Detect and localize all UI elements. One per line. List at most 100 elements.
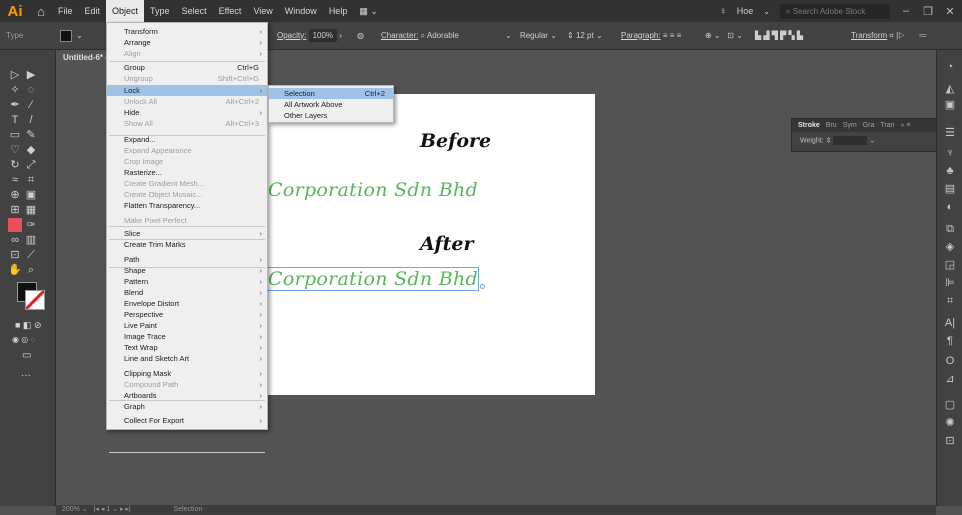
zoom-level[interactable]: 200% <box>62 506 80 513</box>
font-size[interactable]: 12 pt <box>576 31 594 40</box>
gradient-icon[interactable]: ▤ <box>942 182 958 196</box>
align-right-icon[interactable]: ≡ <box>677 31 682 40</box>
fill-swatch[interactable] <box>60 29 72 42</box>
object-menu-item-create-gradient-mesh[interactable]: Create Gradient Mesh... <box>107 178 267 189</box>
object-menu-item-expand-appearance[interactable]: Expand Appearance <box>107 145 267 156</box>
object-menu-item-text-wrap[interactable]: Text Wrap › <box>107 342 267 353</box>
lock-menu-item-other-layers[interactable]: Other Layers <box>269 110 393 121</box>
color-guide-icon[interactable]: ✺ <box>942 416 958 430</box>
draw-mode-icons[interactable]: ◉ ◎ ◌ <box>12 335 35 344</box>
magic-wand-icon[interactable]: ✧ <box>8 83 22 97</box>
links-icon[interactable]: ▢ <box>942 398 958 412</box>
object-menu-item-perspective[interactable]: Perspective › <box>107 309 267 320</box>
fill-dropdown-icon[interactable]: ⌄ <box>76 31 83 40</box>
type-tool-icon[interactable]: T <box>8 113 22 127</box>
object-menu-item-blend[interactable]: Blend › <box>107 287 267 298</box>
object-menu-item-transform[interactable]: Transform › <box>107 26 267 37</box>
stroke-color-icon[interactable] <box>24 289 46 311</box>
object-menu-item-ungroup[interactable]: Ungroup Shift+Ctrl+G <box>107 73 267 84</box>
transform-panel-icon[interactable]: ⊿ <box>942 372 958 386</box>
eyedropper-icon[interactable]: ✑ <box>24 218 38 232</box>
stock-search-input[interactable]: ⌕ Search Adobe Stock <box>780 3 890 19</box>
slice-tool-icon[interactable]: ⟋ <box>24 248 38 262</box>
panel-menu-icon[interactable]: » ≡ <box>901 119 911 132</box>
menu-object[interactable]: Object <box>106 0 145 22</box>
lock-menu-item-all-artwork-above[interactable]: All Artwork Above <box>269 99 393 110</box>
mesh-tool-icon[interactable]: ▦ <box>24 203 38 217</box>
object-menu-item-line-and-sketch-art[interactable]: Line and Sketch Art › <box>107 353 267 364</box>
object-menu-item-align[interactable]: Align › <box>107 48 267 59</box>
pathfinder-icon[interactable]: ⌗ <box>942 294 958 308</box>
panel-menu-icon[interactable]: ≔ <box>919 31 927 40</box>
size-dropdown-icon[interactable]: ⌄ <box>596 31 603 40</box>
font-style[interactable]: Regular <box>520 31 548 40</box>
recolor-icon[interactable]: ◍ <box>357 31 364 40</box>
screen-mode-icon[interactable]: ▭ <box>22 350 31 361</box>
object-menu-item-artboards[interactable]: Artboards › <box>107 390 267 401</box>
tab-brushes[interactable]: Bru <box>826 119 837 132</box>
character-icon[interactable]: A| <box>942 316 958 330</box>
object-menu-item-live-paint[interactable]: Live Paint › <box>107 320 267 331</box>
object-menu-item-make-pixel-perfect[interactable]: Make Pixel Perfect <box>107 215 267 226</box>
object-menu-item-expand[interactable]: Expand... <box>107 134 267 145</box>
layers-icon[interactable]: ◈ <box>942 240 958 254</box>
selection-tool-icon[interactable]: ▷ <box>8 68 22 82</box>
scale-tool-icon[interactable]: ⤢ <box>24 158 38 172</box>
object-menu-item-slice[interactable]: Slice › <box>107 228 267 239</box>
character-label[interactable]: Character: <box>381 31 418 40</box>
warp-tool-icon[interactable]: ≈ <box>8 173 22 187</box>
hand-tool-icon[interactable]: ✋ <box>8 263 22 277</box>
close-icon[interactable]: ✕ <box>944 5 956 18</box>
minimize-icon[interactable]: – <box>900 5 912 17</box>
style-dropdown-icon[interactable]: ⌄ <box>550 31 557 40</box>
restore-icon[interactable]: ❐ <box>922 5 934 18</box>
blend-tool-icon[interactable]: ∞ <box>8 233 22 247</box>
selection-handle[interactable] <box>480 284 485 289</box>
object-menu-item-graph[interactable]: Graph › <box>107 401 267 412</box>
opacity-label[interactable]: Opacity: <box>277 31 306 40</box>
pen-tool-icon[interactable]: ✒ <box>8 98 22 112</box>
eraser-icon[interactable]: ◆ <box>24 143 38 157</box>
object-menu-item-group[interactable]: Group Ctrl+G <box>107 62 267 73</box>
menu-select[interactable]: Select <box>176 0 213 22</box>
artboard-tool-icon[interactable]: ⊡ <box>8 248 22 262</box>
opentype-icon[interactable]: O <box>942 354 958 368</box>
paintbrush-icon[interactable]: ✎ <box>24 128 38 142</box>
weight-input[interactable] <box>833 136 868 145</box>
tab-gradient[interactable]: Gra <box>863 119 875 132</box>
font-name[interactable]: Adorable <box>427 31 459 40</box>
align-center-icon[interactable]: ≡ <box>670 31 675 40</box>
align-objects-icon[interactable]: ▙ ▟ ▜ ▛ ▚ ▙ <box>755 31 803 40</box>
paragraph-icon[interactable]: ¶ <box>942 334 958 348</box>
transform-label[interactable]: Transform <box>851 31 887 40</box>
object-menu-item-collect-for-export[interactable]: Collect For Export › <box>107 415 267 426</box>
lightbulb-icon[interactable]: ♀ <box>719 6 727 17</box>
stroke-panel-icon[interactable]: ☰ <box>942 126 958 140</box>
object-menu-item-create-trim-marks[interactable]: Create Trim Marks <box>107 239 267 250</box>
transparency-icon[interactable]: ◐ <box>942 200 958 214</box>
object-menu-item-create-object-mosaic[interactable]: Create Object Mosaic... <box>107 189 267 200</box>
object-menu-item-show-all[interactable]: Show All Alt+Ctrl+3 <box>107 118 267 129</box>
object-menu-item-crop-image[interactable]: Crop Image <box>107 156 267 167</box>
weight-stepper-icon[interactable]: ⇕ <box>826 137 832 144</box>
object-menu-item-rasterize[interactable]: Rasterize... <box>107 167 267 178</box>
tab-transparency[interactable]: Tran <box>880 119 894 132</box>
align-left-icon[interactable]: ≡ <box>663 31 668 40</box>
object-menu-item-envelope-distort[interactable]: Envelope Distort › <box>107 298 267 309</box>
menu-file[interactable]: File <box>52 0 79 22</box>
live-paint-icon[interactable]: ▣ <box>24 188 38 202</box>
paragraph-label[interactable]: Paragraph: <box>621 31 661 40</box>
tab-stroke[interactable]: Stroke <box>798 119 820 132</box>
menu-type[interactable]: Type <box>144 0 176 22</box>
object-menu-item-pattern[interactable]: Pattern › <box>107 276 267 287</box>
tab-symbols[interactable]: Sym <box>843 119 857 132</box>
shape-builder-icon[interactable]: ⊕ <box>8 188 22 202</box>
touch-type-icon[interactable]: ⊡ <box>727 31 734 40</box>
opacity-field[interactable]: 100% <box>308 28 338 42</box>
logo-text-before[interactable]: Corporation Sdn Bhd <box>268 179 478 201</box>
libraries-icon[interactable]: ◭ <box>942 82 958 96</box>
object-menu-item-path[interactable]: Path › <box>107 254 267 265</box>
line-tool-icon[interactable]: / <box>24 113 38 127</box>
object-menu-item-lock[interactable]: Lock › <box>107 85 267 96</box>
align-icon[interactable]: ⊫ <box>942 276 958 290</box>
